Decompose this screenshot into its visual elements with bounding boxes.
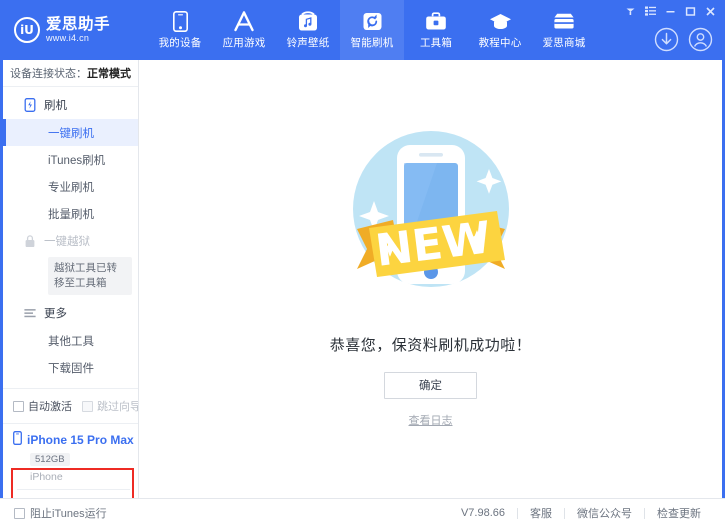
sidebar-item-batch-flash[interactable]: 批量刷机	[3, 200, 138, 227]
music-icon	[298, 10, 318, 32]
logo-mark-icon: iU	[14, 16, 40, 43]
sidebar-item-label: 专业刷机	[48, 181, 94, 194]
tab-label: 爱思商城	[542, 37, 586, 49]
shop-icon	[552, 10, 576, 32]
tab-ringtones-wallpapers[interactable]: 铃声壁纸	[276, 0, 340, 60]
sidebar-item-advanced[interactable]: 高级功能	[3, 381, 138, 384]
sidebar-item-label: 批量刷机	[48, 208, 94, 221]
status-bar-links: V7.98.66 客服 微信公众号 检查更新	[449, 505, 713, 521]
tab-label: 智能刷机	[350, 37, 394, 49]
appstore-icon	[233, 10, 255, 32]
logo-text: 爱思助手 www.i4.cn	[46, 15, 111, 44]
sidebar-item-pro-flash[interactable]: 专业刷机	[3, 173, 138, 200]
success-message: 恭喜您，保资料刷机成功啦！	[329, 336, 532, 354]
user-circle-icon[interactable]	[688, 27, 713, 52]
phone-icon	[172, 10, 188, 32]
device-type: iPhone	[30, 471, 63, 483]
sidebar-group-label: 一键越狱	[44, 236, 90, 248]
tab-label: 工具箱	[419, 37, 453, 49]
tab-label: 教程中心	[478, 37, 522, 49]
check-update-link[interactable]: 检查更新	[645, 505, 713, 521]
close-icon[interactable]	[702, 3, 719, 19]
toolbox-icon	[425, 10, 447, 32]
view-log-link[interactable]: 查看日志	[409, 412, 453, 428]
download-circle-icon[interactable]	[654, 27, 679, 52]
connection-status-value: 正常模式	[87, 68, 131, 80]
sidebar-nav: 刷机 一键刷机 iTunes刷机 专业刷机 批量刷机 一键越狱 越狱工具已转移至…	[3, 87, 138, 384]
sidebar-group-label: 更多	[44, 308, 67, 321]
app-logo: iU 爱思助手 www.i4.cn	[14, 15, 148, 44]
tab-label: 应用游戏	[222, 37, 266, 49]
jailbreak-tooltip: 越狱工具已转移至工具箱	[48, 257, 132, 296]
sidebar-item-label: iTunes刷机	[48, 154, 106, 167]
sidebar-group-more[interactable]: 更多	[3, 299, 138, 327]
status-bar: 阻止iTunes运行 V7.98.66 客服 微信公众号 检查更新	[0, 498, 725, 527]
block-itunes-checkbox[interactable]	[14, 507, 25, 519]
device-flash-icon	[23, 98, 37, 112]
refresh-icon	[363, 10, 382, 32]
device-footer-divider	[17, 489, 130, 490]
skip-wizard-option: 跳过向导	[82, 398, 139, 414]
connection-status: 设备连接状态： 正常模式	[3, 60, 138, 87]
sidebar-item-label: 一键刷机	[48, 127, 94, 140]
brand-name: 爱思助手	[46, 15, 111, 33]
sidebar-group-jailbreak: 一键越狱	[3, 227, 138, 255]
sidebar-group-flash[interactable]: 刷机	[3, 91, 138, 119]
confirm-button[interactable]: 确定	[384, 371, 477, 399]
connection-status-label: 设备连接状态：	[10, 68, 87, 80]
graduation-cap-icon	[489, 10, 512, 32]
skip-wizard-checkbox	[82, 400, 93, 412]
tab-my-device[interactable]: 我的设备	[148, 0, 212, 60]
version-label: V7.98.66	[460, 507, 505, 519]
lock-icon	[23, 234, 37, 248]
phone-small-icon	[13, 431, 22, 448]
sidebar-item-other-tools[interactable]: 其他工具	[3, 327, 138, 354]
maximize-icon[interactable]	[682, 3, 699, 19]
topbar-actions	[654, 27, 713, 52]
tab-tutorial-center[interactable]: 教程中心	[468, 0, 532, 60]
main-nav-tabs: 我的设备 应用游戏 铃声壁纸 智能刷机 工具箱 教程中心 爱思商城	[148, 0, 596, 60]
tab-store[interactable]: 爱思商城	[532, 0, 596, 60]
tab-toolbox[interactable]: 工具箱	[404, 0, 468, 60]
device-capacity-badge: 512GB	[30, 453, 70, 466]
brand-url: www.i4.cn	[46, 32, 90, 43]
customer-service-link[interactable]: 客服	[518, 505, 564, 521]
sidebar-item-itunes-flash[interactable]: iTunes刷机	[3, 146, 138, 173]
auto-activate-option[interactable]: 自动激活	[13, 398, 72, 414]
device-name-row: iPhone 15 Pro Max	[13, 431, 138, 448]
window-controls	[622, 3, 719, 19]
sidebar-group-label: 刷机	[44, 100, 67, 112]
skip-wizard-label: 跳过向导	[97, 401, 139, 413]
app-body: 设备连接状态： 正常模式 刷机 一键刷机 iTunes刷机 专业刷机 批量刷机 …	[0, 60, 725, 498]
sidebar: 设备连接状态： 正常模式 刷机 一键刷机 iTunes刷机 专业刷机 批量刷机 …	[3, 60, 139, 498]
tab-label: 铃声壁纸	[286, 37, 330, 49]
tab-label: 我的设备	[158, 37, 202, 49]
app-window: iU 爱思助手 www.i4.cn 我的设备 应用游戏 铃声壁纸 智能刷机 工具…	[0, 0, 725, 527]
sidebar-options: 自动激活 跳过向导	[3, 389, 138, 423]
sidebar-item-label: 其他工具	[48, 335, 94, 348]
main-content: NEW 恭喜您，保资料刷机成功啦！ 确定 查看日志	[139, 60, 722, 498]
skin-icon[interactable]	[622, 3, 639, 19]
tab-apps-games[interactable]: 应用游戏	[212, 0, 276, 60]
block-itunes-label: 阻止iTunes运行	[30, 508, 107, 520]
menu-icon[interactable]	[642, 3, 659, 19]
sidebar-item-one-key-flash[interactable]: 一键刷机	[3, 119, 138, 146]
connected-device-info[interactable]: iPhone 15 Pro Max 512GB iPhone	[3, 423, 138, 498]
tab-smart-flash[interactable]: 智能刷机	[340, 0, 404, 60]
sidebar-item-label: 下载固件	[48, 362, 94, 375]
device-name: iPhone 15 Pro Max	[27, 432, 134, 447]
sidebar-item-download-firmware[interactable]: 下载固件	[3, 354, 138, 381]
wechat-official-link[interactable]: 微信公众号	[565, 505, 644, 521]
block-itunes-option[interactable]: 阻止iTunes运行	[14, 505, 107, 521]
auto-activate-checkbox[interactable]	[13, 400, 24, 412]
new-phone-badge-illustration: NEW	[329, 113, 533, 318]
minimize-icon[interactable]	[662, 3, 679, 19]
auto-activate-label: 自动激活	[28, 401, 72, 413]
title-bar: iU 爱思助手 www.i4.cn 我的设备 应用游戏 铃声壁纸 智能刷机 工具…	[0, 0, 725, 60]
list-icon	[23, 306, 37, 320]
